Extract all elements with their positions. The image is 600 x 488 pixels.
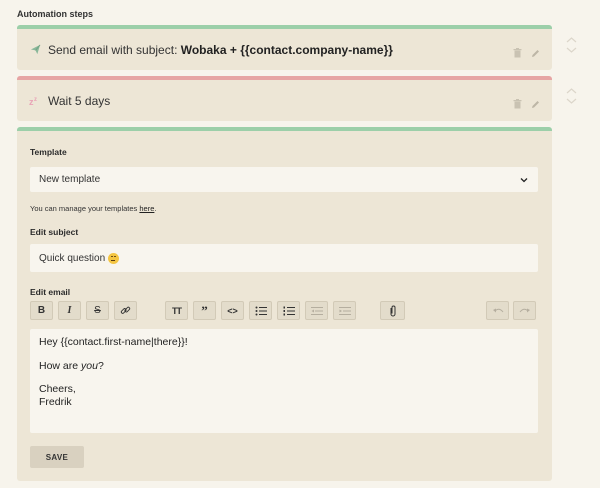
svg-text:z: z xyxy=(34,97,37,103)
section-title: Automation steps xyxy=(17,9,94,19)
indent-icon xyxy=(338,306,351,315)
body-line: Cheers, xyxy=(39,383,76,395)
step-label: Send email with subject: Wobaka + {{cont… xyxy=(48,42,393,57)
attach-button[interactable] xyxy=(380,301,405,320)
edit-pencil-icon[interactable] xyxy=(531,96,540,108)
redo-button[interactable] xyxy=(513,301,536,320)
sleep-zz-icon: zz xyxy=(29,95,41,107)
move-down-icon[interactable] xyxy=(566,98,577,104)
delete-icon[interactable] xyxy=(513,45,522,57)
manage-templates-link[interactable]: here xyxy=(139,204,154,213)
italic-button[interactable]: I xyxy=(58,301,81,320)
body-line: How are you? xyxy=(39,359,104,372)
step-1-reorder[interactable] xyxy=(564,37,578,53)
step-label: Wait 5 days xyxy=(48,93,111,108)
paper-plane-icon xyxy=(29,44,41,56)
bold-button[interactable]: B xyxy=(30,301,53,320)
numbered-list-icon xyxy=(283,306,295,315)
template-help-text: You can manage your templates here. xyxy=(30,204,157,213)
code-button[interactable]: <> xyxy=(221,301,244,320)
bullet-list-button[interactable] xyxy=(249,301,272,320)
bullet-list-icon xyxy=(255,306,267,315)
redo-icon xyxy=(519,308,530,312)
edit-pencil-icon[interactable] xyxy=(531,45,540,57)
link-button[interactable] xyxy=(114,301,137,320)
move-up-icon[interactable] xyxy=(566,88,577,94)
template-select[interactable]: New template xyxy=(30,167,538,192)
body-line: Hey {{contact.first-name|there}}! xyxy=(39,336,188,348)
chevron-down-icon xyxy=(520,174,528,185)
heading-button[interactable]: TT xyxy=(165,301,188,320)
step-wait[interactable]: zz Wait 5 days xyxy=(17,76,552,121)
quote-button[interactable]: ” xyxy=(193,301,216,320)
email-label: Edit email xyxy=(30,287,71,297)
undo-icon xyxy=(492,308,503,312)
undo-button[interactable] xyxy=(486,301,509,320)
outdent-button[interactable] xyxy=(305,301,328,320)
step-2-reorder[interactable] xyxy=(564,88,578,104)
save-button[interactable]: SAVE xyxy=(30,446,84,468)
thinking-face-emoji-icon xyxy=(108,252,120,264)
strikethrough-button[interactable]: S xyxy=(86,301,109,320)
indent-button[interactable] xyxy=(333,301,356,320)
subject-input[interactable]: Quick question xyxy=(30,244,538,272)
numbered-list-button[interactable] xyxy=(277,301,300,320)
email-step-editor: Template New template You can manage you… xyxy=(17,127,552,481)
paperclip-icon xyxy=(390,305,395,316)
template-select-value: New template xyxy=(39,174,101,185)
email-body-editor[interactable]: Hey {{contact.first-name|there}}! How ar… xyxy=(30,329,538,433)
template-label: Template xyxy=(30,147,67,157)
outdent-icon xyxy=(310,306,323,315)
move-up-icon[interactable] xyxy=(566,37,577,43)
step-send-email[interactable]: Send email with subject: Wobaka + {{cont… xyxy=(17,25,552,70)
subject-label: Edit subject xyxy=(30,227,79,237)
editor-toolbar: B I S TT ” <> xyxy=(30,301,538,320)
link-icon xyxy=(120,306,131,314)
body-line: Fredrik xyxy=(39,395,72,408)
subject-value: Quick question xyxy=(39,252,106,264)
move-down-icon[interactable] xyxy=(566,47,577,53)
delete-icon[interactable] xyxy=(513,96,522,108)
